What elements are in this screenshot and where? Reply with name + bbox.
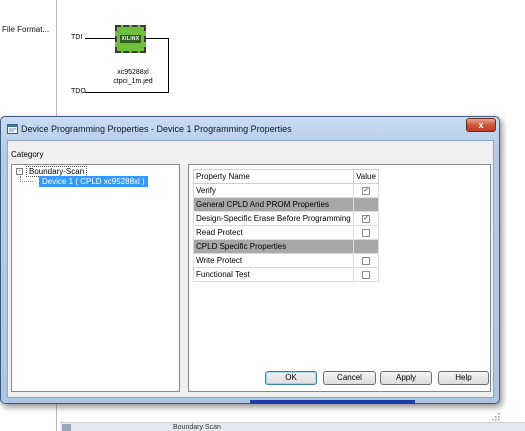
tdo-wire — [85, 92, 168, 93]
table-header-row: Property Name Value — [193, 169, 379, 184]
device-chip-icon[interactable]: XILINX — [115, 25, 146, 53]
close-button[interactable]: x — [466, 118, 496, 132]
ok-button[interactable]: OK — [265, 371, 317, 385]
cancel-button[interactable]: Cancel — [323, 371, 376, 385]
properties-window-icon — [7, 124, 18, 134]
device-programming-properties-dialog: Device Programming Properties - Device 1… — [0, 116, 500, 421]
category-label: Category — [11, 150, 44, 159]
erase-before-programming-checkbox[interactable]: ✓ — [362, 214, 370, 223]
tdi-label: TDI — [71, 34, 83, 41]
dialog-body: Category - Boundary-Scan Device 1 ( CPLD… — [7, 140, 500, 421]
category-tree[interactable]: - Boundary-Scan Device 1 ( CPLD xc95288x… — [11, 164, 180, 392]
property-functional-test: Functional Test — [193, 267, 354, 282]
verify-checkbox[interactable]: ✓ — [362, 186, 370, 195]
tree-item-device-1[interactable]: Device 1 ( CPLD xc95288xl ) — [39, 176, 148, 187]
chip-output-wire — [146, 38, 168, 39]
device-label: xc95288xl ctpci_1m.jed — [108, 68, 158, 86]
property-write-protect: Write Protect — [193, 253, 354, 268]
column-header-property-name[interactable]: Property Name — [193, 169, 354, 184]
property-table: Property Name Value Verify ✓ General CPL… — [193, 169, 379, 282]
write-protect-checkbox[interactable] — [362, 256, 370, 265]
table-row: Design-Specific Erase Before Programming… — [193, 211, 379, 226]
section-general-cpld-prom: General CPLD And PROM Properties — [193, 197, 354, 212]
xilinx-logo: XILINX — [119, 35, 142, 43]
table-section-row: General CPLD And PROM Properties — [193, 197, 379, 212]
background-selection-bar — [250, 400, 415, 404]
property-grid: Property Name Value Verify ✓ General CPL… — [188, 164, 491, 392]
collapse-icon[interactable]: - — [16, 168, 23, 175]
table-section-row: CPLD Specific Properties — [193, 239, 379, 254]
property-verify: Verify — [193, 183, 354, 198]
tree-connector — [20, 181, 33, 182]
table-row: Write Protect — [193, 253, 379, 268]
file-format-item[interactable]: File Format... — [2, 25, 49, 34]
device-jed-file: ctpci_1m.jed — [113, 78, 153, 85]
section-cpld-specific: CPLD Specific Properties — [193, 239, 354, 254]
bottom-tab-label[interactable]: Boundary Scan — [173, 424, 221, 431]
tab-icon — [62, 424, 71, 431]
help-button[interactable]: Help — [438, 371, 489, 385]
apply-button[interactable]: Apply — [380, 371, 432, 385]
table-row: Verify ✓ — [193, 183, 379, 198]
device-part-name: xc95288xl — [117, 69, 149, 76]
column-header-value[interactable]: Value — [353, 169, 379, 184]
table-row: Read Protect — [193, 225, 379, 240]
dialog-title: Device Programming Properties - Device 1… — [21, 124, 292, 134]
functional-test-checkbox[interactable] — [362, 270, 370, 279]
property-design-specific-erase: Design-Specific Erase Before Programming — [193, 211, 354, 226]
resize-grip-icon[interactable] — [492, 413, 500, 421]
read-protect-checkbox[interactable] — [362, 228, 370, 237]
property-read-protect: Read Protect — [193, 225, 354, 240]
bottom-tab-strip — [60, 422, 525, 431]
tdi-wire — [85, 38, 115, 39]
chain-return-wire — [168, 38, 169, 93]
table-row: Functional Test — [193, 267, 379, 282]
tdo-label: TDO — [71, 88, 86, 95]
